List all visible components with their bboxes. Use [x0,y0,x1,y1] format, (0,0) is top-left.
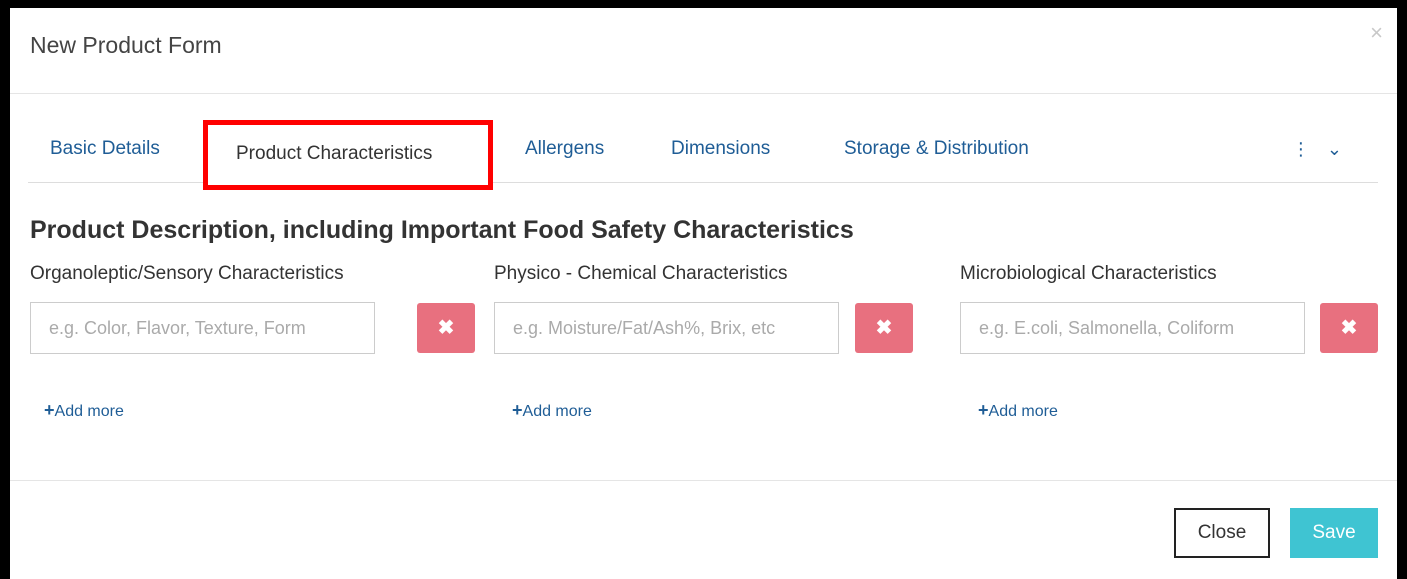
footer-divider [10,480,1397,481]
delete-icon: ✖ [1340,317,1358,339]
organoleptic-delete-button[interactable]: ✖ [417,303,475,353]
plus-icon: + [44,400,55,420]
organoleptic-add-more-link[interactable]: +Add more [44,400,124,421]
organoleptic-input[interactable] [30,302,375,354]
close-icon[interactable]: × [1370,22,1383,44]
add-more-label: Add more [988,403,1058,420]
save-button[interactable]: Save [1290,508,1378,558]
tab-allergens[interactable]: Allergens [525,115,604,183]
organoleptic-column: Organoleptic/Sensory Characteristics ✖ +… [30,263,475,420]
physico-chemical-delete-button[interactable]: ✖ [855,303,913,353]
modal-title: New Product Form [30,32,222,58]
delete-icon: ✖ [875,317,893,339]
physico-chemical-input[interactable] [494,302,839,354]
tab-product-characteristics[interactable]: Product Characteristics [203,120,493,190]
new-product-modal: New Product Form × Basic Details Product… [10,8,1397,579]
add-more-label: Add more [522,403,592,420]
physico-chemical-column: Physico - Chemical Characteristics ✖ +Ad… [494,263,913,420]
physico-chemical-add-more-link[interactable]: +Add more [512,400,592,421]
tab-dimensions[interactable]: Dimensions [671,115,770,183]
microbiological-column: Microbiological Characteristics ✖ +Add m… [960,263,1378,420]
plus-icon: + [978,400,989,420]
physico-chemical-label: Physico - Chemical Characteristics [494,263,788,284]
plus-icon: + [512,400,523,420]
microbiological-input[interactable] [960,302,1305,354]
microbiological-label: Microbiological Characteristics [960,263,1217,284]
microbiological-add-more-link[interactable]: +Add more [978,400,1058,421]
tab-basic-details[interactable]: Basic Details [50,115,160,183]
organoleptic-label: Organoleptic/Sensory Characteristics [30,263,344,284]
close-button[interactable]: Close [1174,508,1270,558]
section-title: Product Description, including Important… [30,216,854,244]
modal-header: New Product Form × [10,8,1397,94]
add-more-label: Add more [54,403,124,420]
tab-storage-distribution[interactable]: Storage & Distribution [844,115,1029,183]
tab-bar: Basic Details Product Characteristics Al… [28,115,1378,190]
more-tabs-icon[interactable]: ⋮ ⌄ [1292,139,1348,160]
microbiological-delete-button[interactable]: ✖ [1320,303,1378,353]
delete-icon: ✖ [437,317,455,339]
